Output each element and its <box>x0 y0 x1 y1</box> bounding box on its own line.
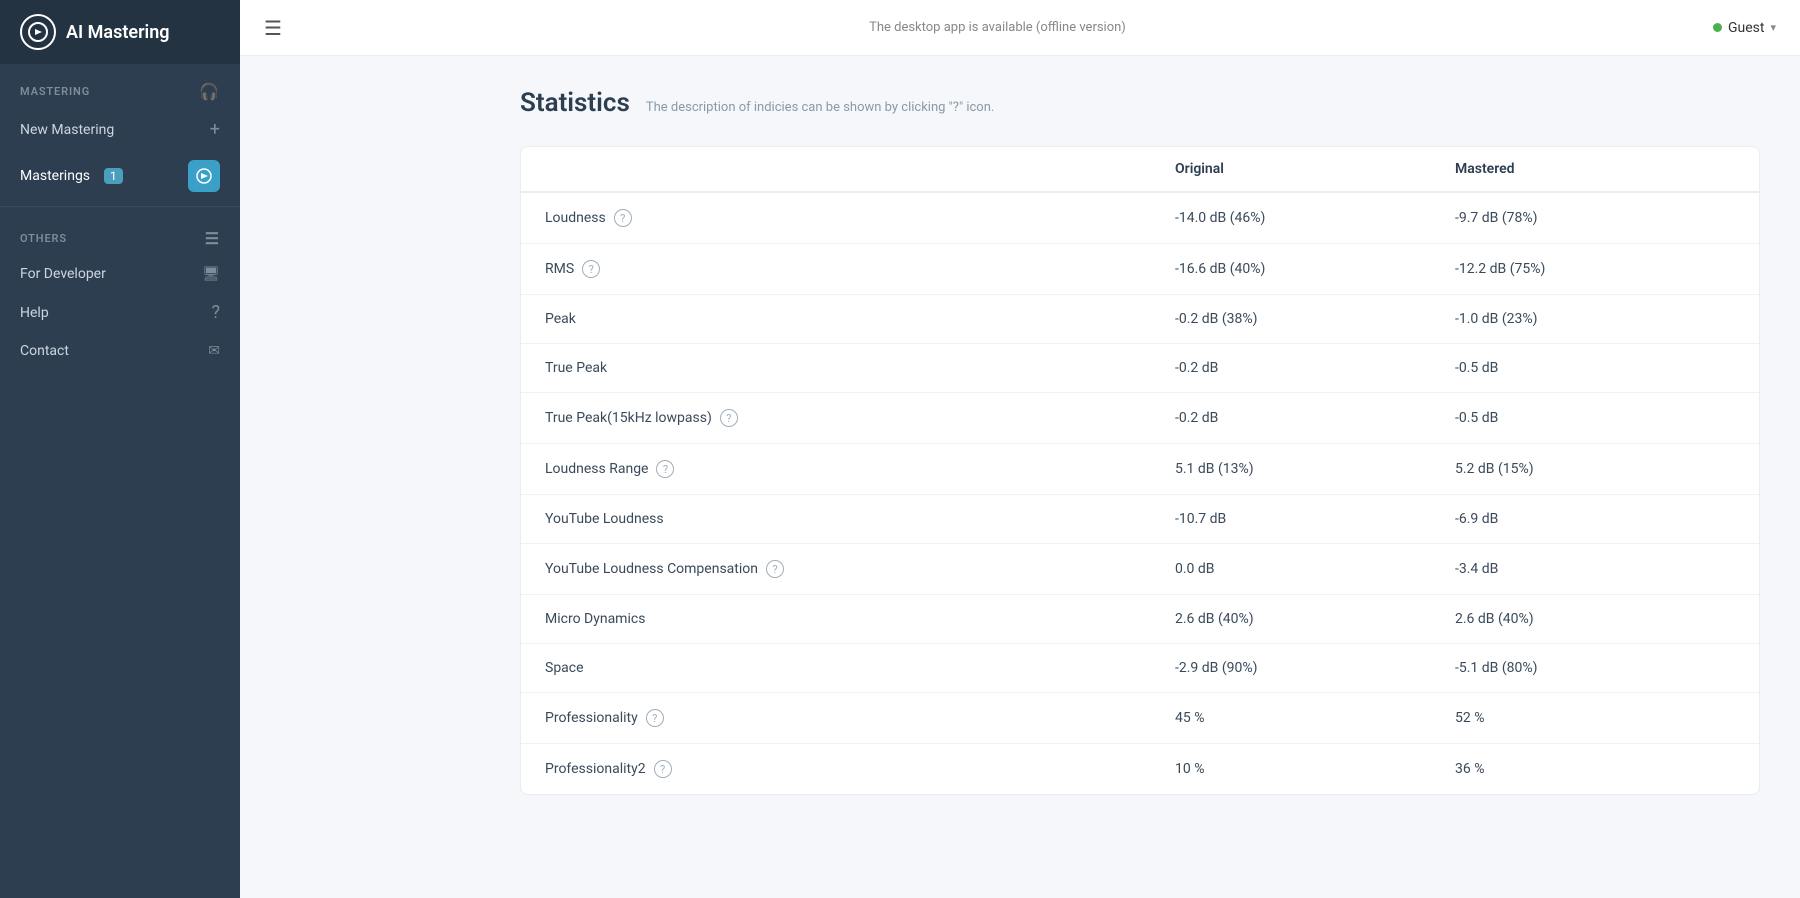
user-label: Guest <box>1728 20 1764 36</box>
masterings-label: Masterings <box>20 168 90 184</box>
online-indicator <box>1713 23 1722 32</box>
topbar: ☰ The desktop app is available (offline … <box>240 0 1800 56</box>
row-label: YouTube Loudness <box>545 511 1175 527</box>
app-title: AI Mastering <box>66 22 170 43</box>
row-label: True Peak <box>545 360 1175 376</box>
row-original: 0.0 dB <box>1175 561 1455 577</box>
table-row: Loudness?-14.0 dB (46%)-9.7 dB (78%) <box>521 193 1759 244</box>
row-mastered: -12.2 dB (75%) <box>1455 261 1735 277</box>
add-icon: + <box>210 119 220 140</box>
row-original: -16.6 dB (40%) <box>1175 261 1455 277</box>
row-original: -0.2 dB <box>1175 360 1455 376</box>
for-developer-label: For Developer <box>20 266 106 282</box>
row-mastered: -9.7 dB (78%) <box>1455 210 1735 226</box>
table-row: Space-2.9 dB (90%)-5.1 dB (80%) <box>521 644 1759 693</box>
table-row: Professionality?45 %52 % <box>521 693 1759 744</box>
row-label: Micro Dynamics <box>545 611 1175 627</box>
sidebar-item-new-mastering[interactable]: New Mastering + <box>0 109 240 150</box>
row-mastered: 2.6 dB (40%) <box>1455 611 1735 627</box>
app-logo: AI Mastering <box>0 0 240 64</box>
row-mastered: -5.1 dB (80%) <box>1455 660 1735 676</box>
masterings-badge: 1 <box>104 168 123 184</box>
col-mastered: Mastered <box>1455 161 1735 177</box>
help-label: Help <box>20 305 49 321</box>
menu-icon[interactable]: ☰ <box>264 16 282 40</box>
mail-icon: ✉ <box>208 343 220 359</box>
sidebar-item-contact[interactable]: Contact ✉ <box>0 333 240 369</box>
row-original: 45 % <box>1175 710 1455 726</box>
row-label: RMS? <box>545 260 1175 278</box>
user-dropdown-chevron: ▾ <box>1770 21 1776 34</box>
row-original: -10.7 dB <box>1175 511 1455 527</box>
masterings-active-icon <box>188 160 220 192</box>
table-row: RMS?-16.6 dB (40%)-12.2 dB (75%) <box>521 244 1759 295</box>
row-mastered: 52 % <box>1455 710 1735 726</box>
row-mastered: -3.4 dB <box>1455 561 1735 577</box>
row-original: 5.1 dB (13%) <box>1175 461 1455 477</box>
row-original: -14.0 dB (46%) <box>1175 210 1455 226</box>
row-label: Loudness Range? <box>545 460 1175 478</box>
topbar-user[interactable]: Guest ▾ <box>1713 20 1776 36</box>
row-original: -2.9 dB (90%) <box>1175 660 1455 676</box>
row-label: True Peak(15kHz lowpass)? <box>545 409 1175 427</box>
row-label: YouTube Loudness Compensation? <box>545 560 1175 578</box>
stats-subtitle: The description of indicies can be shown… <box>646 100 995 115</box>
row-mastered: -0.5 dB <box>1455 360 1735 376</box>
sidebar-divider <box>0 206 240 207</box>
table-body: Loudness?-14.0 dB (46%)-9.7 dB (78%)RMS?… <box>521 193 1759 794</box>
stats-table: Original Mastered Loudness?-14.0 dB (46%… <box>520 146 1760 795</box>
table-row: True Peak(15kHz lowpass)?-0.2 dB-0.5 dB <box>521 393 1759 444</box>
headphones-icon: 🎧 <box>199 82 220 101</box>
row-original: -0.2 dB (38%) <box>1175 311 1455 327</box>
sidebar: AI Mastering MASTERING 🎧 New Mastering +… <box>0 0 240 898</box>
stats-title: Statistics <box>520 88 630 118</box>
help-icon[interactable]: ? <box>656 460 674 478</box>
table-row: Micro Dynamics2.6 dB (40%)2.6 dB (40%) <box>521 595 1759 644</box>
row-mastered: 5.2 dB (15%) <box>1455 461 1735 477</box>
table-row: YouTube Loudness Compensation?0.0 dB-3.4… <box>521 544 1759 595</box>
help-icon[interactable]: ? <box>766 560 784 578</box>
col-original: Original <box>1175 161 1455 177</box>
row-mastered: -6.9 dB <box>1455 511 1735 527</box>
table-row: Professionality2?10 %36 % <box>521 744 1759 794</box>
table-row: Peak-0.2 dB (38%)-1.0 dB (23%) <box>521 295 1759 344</box>
list-icon: ☰ <box>205 229 220 248</box>
table-row: YouTube Loudness-10.7 dB-6.9 dB <box>521 495 1759 544</box>
help-icon[interactable]: ? <box>720 409 738 427</box>
topbar-message: The desktop app is available (offline ve… <box>869 20 1126 35</box>
new-mastering-label: New Mastering <box>20 122 114 138</box>
others-section-header: OTHERS ☰ <box>0 211 240 256</box>
contact-label: Contact <box>20 343 69 359</box>
help-icon[interactable]: ? <box>614 209 632 227</box>
row-mastered: 36 % <box>1455 761 1735 777</box>
row-mastered: -0.5 dB <box>1455 410 1735 426</box>
monitor-icon: 🖥 <box>202 266 220 282</box>
table-row: True Peak-0.2 dB-0.5 dB <box>521 344 1759 393</box>
main-content: Statistics The description of indicies c… <box>480 56 1800 898</box>
row-original: 2.6 dB (40%) <box>1175 611 1455 627</box>
logo-icon <box>20 14 56 50</box>
help-icon[interactable]: ? <box>646 709 664 727</box>
mastering-section-header: MASTERING 🎧 <box>0 64 240 109</box>
row-mastered: -1.0 dB (23%) <box>1455 311 1735 327</box>
row-original: -0.2 dB <box>1175 410 1455 426</box>
question-icon: ? <box>211 302 220 323</box>
table-row: Loudness Range?5.1 dB (13%)5.2 dB (15%) <box>521 444 1759 495</box>
row-label: Professionality2? <box>545 760 1175 778</box>
sidebar-item-developer[interactable]: For Developer 🖥 <box>0 256 240 292</box>
row-label: Loudness? <box>545 209 1175 227</box>
sidebar-item-masterings[interactable]: Masterings 1 <box>0 150 240 202</box>
stats-header: Statistics The description of indicies c… <box>520 88 1760 118</box>
row-original: 10 % <box>1175 761 1455 777</box>
help-icon[interactable]: ? <box>654 760 672 778</box>
help-icon[interactable]: ? <box>582 260 600 278</box>
row-label: Space <box>545 660 1175 676</box>
row-label: Professionality? <box>545 709 1175 727</box>
table-header: Original Mastered <box>521 147 1759 193</box>
sidebar-item-help[interactable]: Help ? <box>0 292 240 333</box>
row-label: Peak <box>545 311 1175 327</box>
